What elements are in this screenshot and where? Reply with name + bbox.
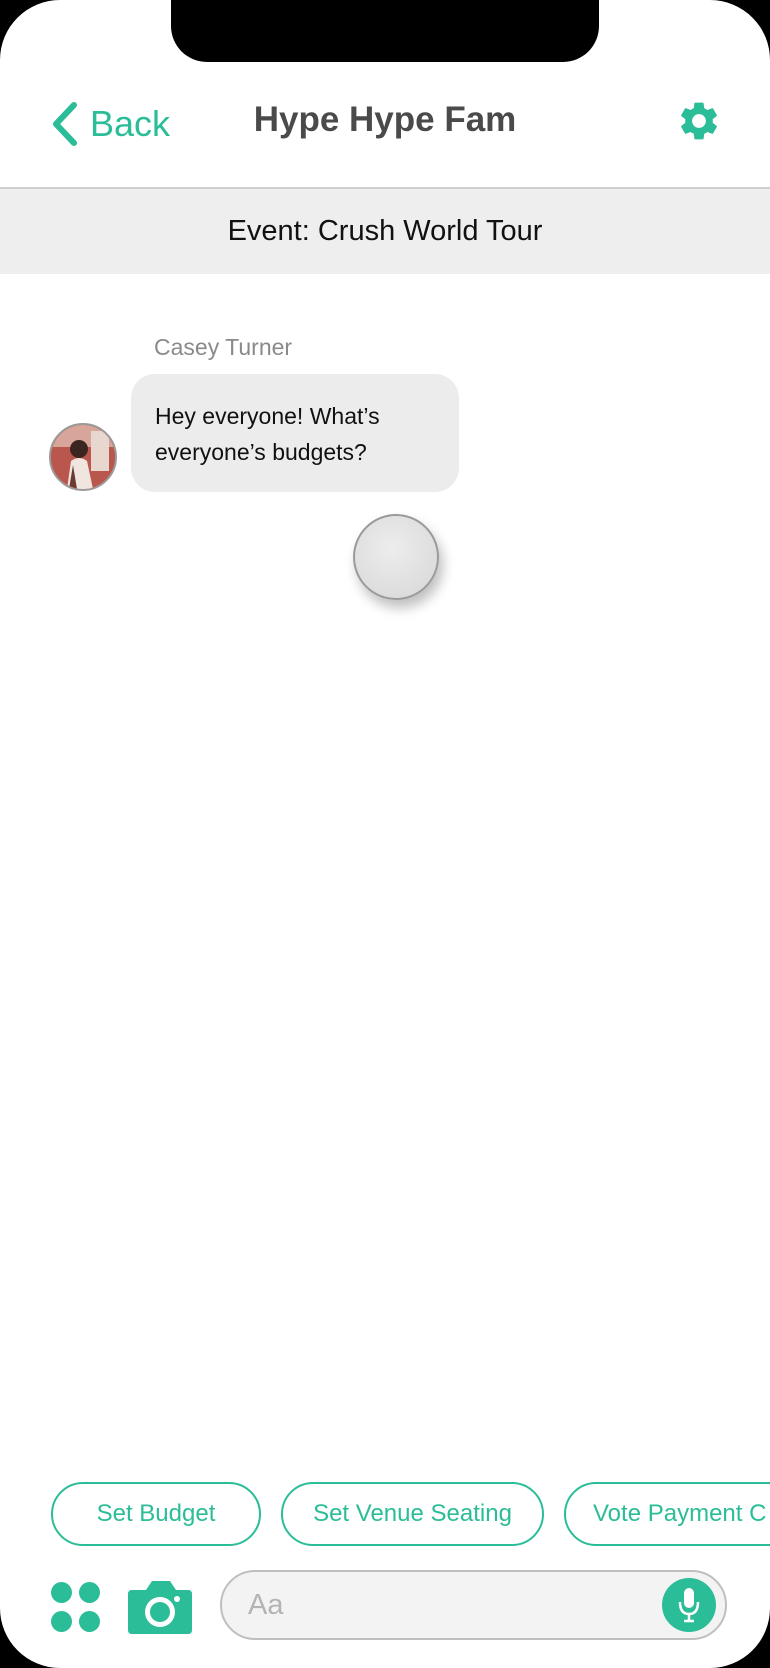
pill-label: Vote Payment C bbox=[593, 1500, 767, 1527]
avatar[interactable] bbox=[49, 423, 117, 491]
message-text-line: everyone’s budgets? bbox=[155, 439, 367, 465]
pill-label: Set Budget bbox=[96, 1500, 216, 1527]
set-venue-seating-button[interactable]: Set Venue Seating bbox=[281, 1482, 544, 1546]
gear-icon[interactable] bbox=[676, 98, 722, 144]
apps-grid-icon[interactable] bbox=[51, 1582, 103, 1634]
pill-label: Set Venue Seating bbox=[313, 1500, 512, 1527]
touch-indicator bbox=[353, 514, 439, 600]
vote-payment-button[interactable]: Vote Payment C bbox=[564, 1482, 770, 1546]
microphone-button[interactable] bbox=[662, 1578, 716, 1632]
phone-screen: Back Hype Hype Fam Event: Crush World To… bbox=[0, 0, 770, 1668]
message-text-line: Hey everyone! What’s bbox=[155, 403, 380, 429]
event-label: Event: Crush World Tour bbox=[227, 215, 543, 247]
chat-title: Hype Hype Fam bbox=[253, 100, 517, 139]
microphone-icon bbox=[678, 1588, 700, 1623]
avatar-photo bbox=[51, 425, 115, 489]
camera-icon[interactable] bbox=[126, 1578, 194, 1636]
message-bubble[interactable]: Hey everyone! What’s everyone’s budgets? bbox=[131, 374, 459, 492]
nav-header: Back Hype Hype Fam bbox=[0, 62, 770, 187]
event-banner[interactable]: Event: Crush World Tour bbox=[0, 189, 770, 274]
set-budget-button[interactable]: Set Budget bbox=[51, 1482, 261, 1546]
message-sender: Casey Turner bbox=[154, 334, 293, 360]
message-input[interactable] bbox=[220, 1570, 727, 1640]
device-notch bbox=[171, 0, 599, 62]
